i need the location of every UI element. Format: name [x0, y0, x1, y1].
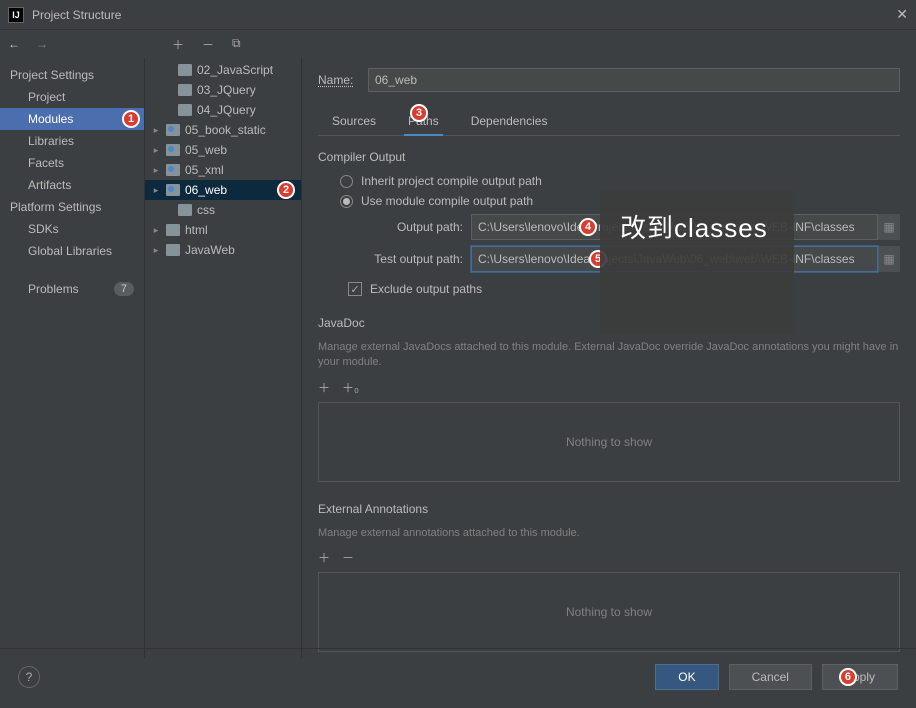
add-icon[interactable]: ＋ [318, 549, 330, 566]
module-tabs: Sources Paths 3 Dependencies [318, 108, 900, 136]
annotation-badge-5: 5 [589, 250, 607, 268]
tree-item[interactable]: ▸05_web [145, 140, 301, 160]
name-label: Name: [318, 73, 368, 87]
folder-icon [166, 244, 180, 256]
tree-item[interactable]: ▸04_JQuery [145, 100, 301, 120]
annotation-badge-4: 4 [579, 218, 597, 236]
ext-anno-title: External Annotations [318, 502, 900, 516]
javadoc-title: JavaDoc [318, 316, 900, 330]
tree-item[interactable]: ▸05_book_static [145, 120, 301, 140]
module-icon [166, 124, 180, 136]
sidebar-item-sdks[interactable]: SDKs [0, 218, 144, 240]
tab-sources[interactable]: Sources [328, 108, 380, 135]
sidebar-item-artifacts[interactable]: Artifacts [0, 174, 144, 196]
browse-output-icon[interactable]: ▦ [878, 214, 900, 240]
add-icon[interactable]: ＋ [318, 379, 330, 396]
folder-icon [178, 64, 192, 76]
browse-test-output-icon[interactable]: ▦ [878, 246, 900, 272]
sidebar-item-libraries[interactable]: Libraries [0, 130, 144, 152]
annotation-badge-6: 6 [839, 668, 857, 686]
annotation-badge-2: 2 [277, 181, 295, 199]
radio-icon [340, 175, 353, 188]
test-output-path-input[interactable] [471, 246, 878, 272]
sidebar-item-problems[interactable]: Problems 7 [0, 278, 144, 300]
settings-sidebar: Project Settings Project Modules 1 Libra… [0, 58, 144, 658]
titlebar: IJ Project Structure ✕ [0, 0, 916, 30]
close-icon[interactable]: ✕ [896, 6, 908, 23]
ext-anno-desc: Manage external annotations attached to … [318, 526, 900, 541]
exclude-output-checkbox[interactable]: ✓ Exclude output paths [348, 282, 900, 296]
folder-icon [178, 104, 192, 116]
tree-item[interactable]: ▸html [145, 220, 301, 240]
output-path-input[interactable] [471, 214, 878, 240]
output-path-label: Output path: [348, 220, 463, 234]
chevron-right-icon[interactable]: ▸ [151, 125, 161, 136]
annotation-badge-1: 1 [122, 110, 140, 128]
add-url-icon[interactable]: ＋₀ [342, 379, 359, 396]
folder-icon [178, 84, 192, 96]
cancel-button[interactable]: Cancel [729, 664, 812, 690]
chevron-right-icon[interactable]: ▸ [151, 245, 161, 256]
sidebar-item-global-libraries[interactable]: Global Libraries [0, 240, 144, 262]
apply-button[interactable]: Apply 6 [822, 664, 898, 690]
remove-icon[interactable]: － [202, 36, 214, 53]
ext-anno-empty: Nothing to show [318, 572, 900, 652]
dialog-footer: ? OK Cancel Apply 6 [0, 648, 916, 704]
radio-use-module[interactable]: Use module compile output path [340, 194, 900, 208]
section-project-settings: Project Settings [0, 64, 144, 86]
intellij-icon: IJ [8, 7, 24, 23]
radio-inherit[interactable]: Inherit project compile output path [340, 174, 900, 188]
chevron-right-icon[interactable]: ▸ [151, 165, 161, 176]
tree-item[interactable]: ▸JavaWeb [145, 240, 301, 260]
sidebar-item-modules[interactable]: Modules 1 [0, 108, 144, 130]
test-output-path-label: Test output path: [348, 252, 463, 266]
tree-item[interactable]: ▸css [145, 200, 301, 220]
add-icon[interactable]: ＋ [172, 36, 184, 53]
module-icon [166, 164, 180, 176]
folder-icon [166, 224, 180, 236]
remove-icon[interactable]: － [342, 549, 354, 566]
tree-item-selected[interactable]: ▸06_web2 [145, 180, 301, 200]
window-title: Project Structure [32, 8, 121, 22]
module-name-input[interactable] [368, 68, 900, 92]
radio-checked-icon [340, 195, 353, 208]
section-platform-settings: Platform Settings [0, 196, 144, 218]
compiler-output-title: Compiler Output [318, 150, 900, 164]
javadoc-empty: Nothing to show [318, 402, 900, 482]
chevron-right-icon[interactable]: ▸ [151, 185, 161, 196]
back-icon[interactable]: ← [8, 37, 20, 51]
annotation-badge-3: 3 [410, 104, 428, 122]
module-icon [166, 184, 180, 196]
tab-paths[interactable]: Paths 3 [404, 108, 443, 136]
chevron-right-icon[interactable]: ▸ [151, 225, 161, 236]
folder-icon [178, 204, 192, 216]
module-content: Name: Sources Paths 3 Dependencies Compi… [302, 58, 916, 658]
nav-toolbar: ← → ＋ － ⧉ [0, 30, 916, 58]
copy-icon[interactable]: ⧉ [232, 36, 241, 53]
tab-dependencies[interactable]: Dependencies [467, 108, 552, 135]
sidebar-item-project[interactable]: Project [0, 86, 144, 108]
forward-icon[interactable]: → [36, 37, 48, 51]
javadoc-desc: Manage external JavaDocs attached to thi… [318, 340, 900, 371]
module-tree: ▸02_JavaScript ▸03_JQuery ▸04_JQuery ▸05… [144, 58, 302, 658]
tree-item[interactable]: ▸03_JQuery [145, 80, 301, 100]
tree-item[interactable]: ▸02_JavaScript [145, 60, 301, 80]
problems-count-badge: 7 [114, 282, 134, 296]
help-button[interactable]: ? [18, 666, 40, 688]
tree-item[interactable]: ▸05_xml [145, 160, 301, 180]
chevron-right-icon[interactable]: ▸ [151, 145, 161, 156]
sidebar-item-facets[interactable]: Facets [0, 152, 144, 174]
ok-button[interactable]: OK [655, 664, 718, 690]
module-icon [166, 144, 180, 156]
checkbox-checked-icon: ✓ [348, 282, 362, 296]
